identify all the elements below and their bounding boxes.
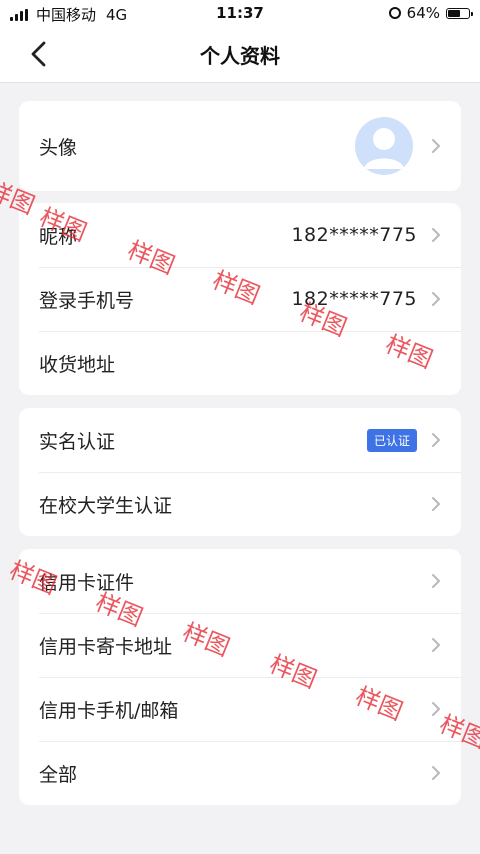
student-verify-row[interactable]: 在校大学生认证 [19,472,461,536]
chevron-right-icon [432,638,440,652]
rotation-lock-icon [388,7,401,19]
credit-phone-email-label: 信用卡手机/邮箱 [39,699,179,722]
shipping-address-label: 收货地址 [39,353,116,376]
shipping-address-row[interactable]: 收货地址 [19,331,461,395]
chevron-right-icon [432,139,440,153]
chevron-right-icon [432,766,440,780]
real-name-label: 实名认证 [39,430,116,453]
login-phone-label: 登录手机号 [39,289,135,312]
credit-id-row[interactable]: 信用卡证件 [19,549,461,613]
avatar[interactable] [355,117,413,175]
login-phone-value: 182*****775 [291,288,417,310]
chevron-right-icon [432,497,440,511]
chevron-right-icon [432,433,440,447]
status-bar: 中国移动 4G 11:37 64% [0,0,480,26]
nickname-row[interactable]: 昵称 182*****775 [19,203,461,267]
credit-card-section: 信用卡证件 信用卡寄卡地址 信用卡手机/邮箱 全部 [19,549,461,805]
battery-percent: 64% [406,4,440,22]
chevron-right-icon [432,574,440,588]
credit-id-label: 信用卡证件 [39,571,135,594]
credit-phone-email-row[interactable]: 信用卡手机/邮箱 [19,677,461,741]
real-name-row[interactable]: 实名认证 已认证 [19,408,461,472]
nickname-label: 昵称 [39,225,78,248]
default-avatar-icon [364,128,404,169]
student-verify-label: 在校大学生认证 [39,494,173,517]
nickname-value: 182*****775 [291,224,417,246]
page-title: 个人资料 [200,44,280,68]
chevron-right-icon [432,228,440,242]
battery-fill [448,9,461,17]
battery-icon [446,7,473,19]
chevron-right-icon [432,702,440,716]
chevron-right-icon [432,292,440,306]
avatar-label: 头像 [39,136,78,159]
credit-mail-address-label: 信用卡寄卡地址 [39,635,173,658]
account-card: 昵称 182*****775 登录手机号 182*****775 收货地址 [19,203,461,395]
all-row[interactable]: 全部 [19,741,461,805]
avatar-row[interactable]: 头像 [19,101,461,191]
credit-mail-address-row[interactable]: 信用卡寄卡地址 [19,613,461,677]
login-phone-row[interactable]: 登录手机号 182*****775 [19,267,461,331]
nav-bar: 个人资料 [0,26,480,83]
all-label: 全部 [39,763,78,786]
avatar-card: 头像 [19,101,461,191]
status-right: 64% [388,4,473,22]
verified-badge: 已认证 [366,428,417,452]
verification-card: 实名认证 已认证 在校大学生认证 [19,408,461,536]
